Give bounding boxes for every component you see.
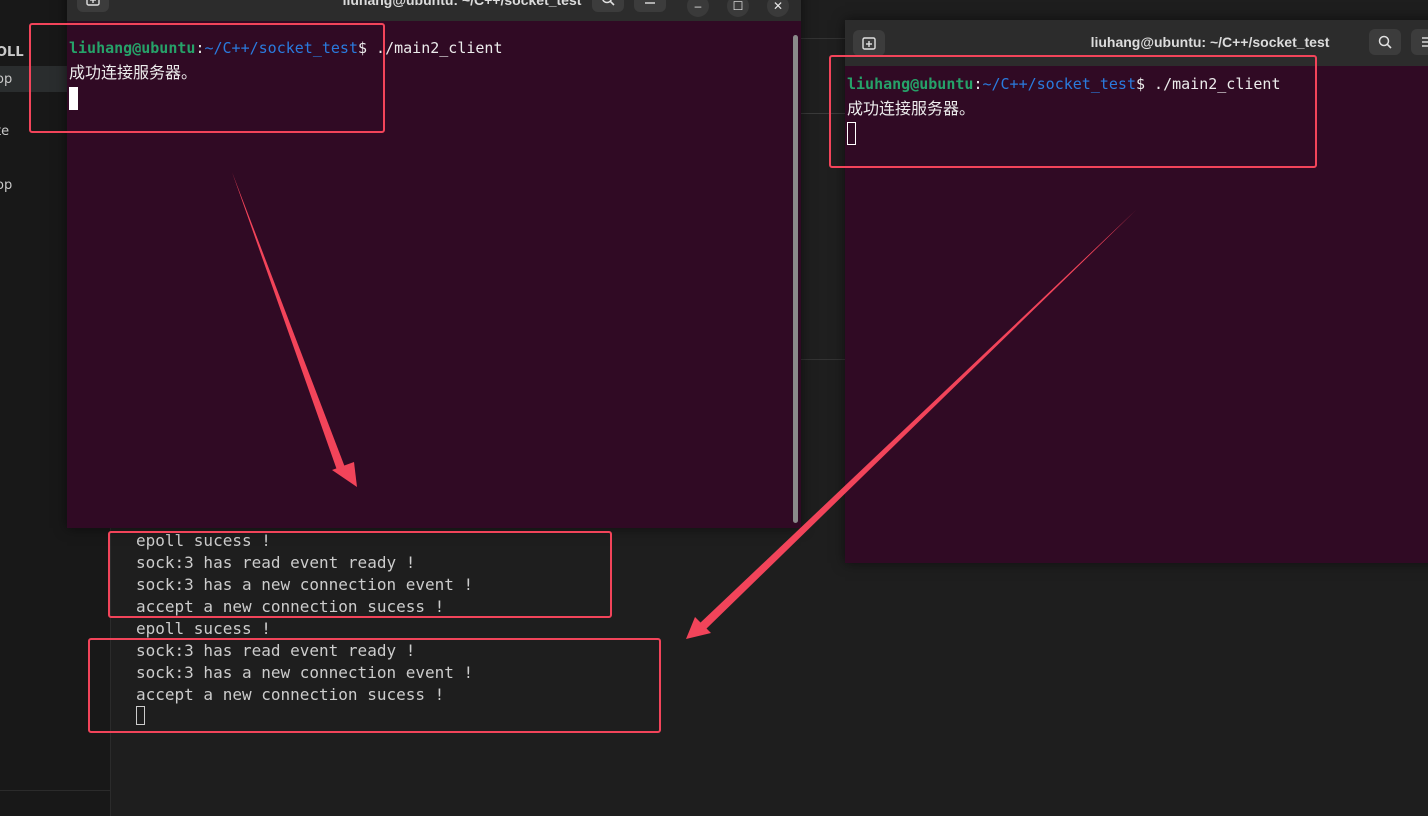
arrow-shaft-2 (699, 210, 1136, 630)
arrow-shaft-1 (232, 172, 346, 473)
annotation-arrows (232, 172, 1136, 639)
